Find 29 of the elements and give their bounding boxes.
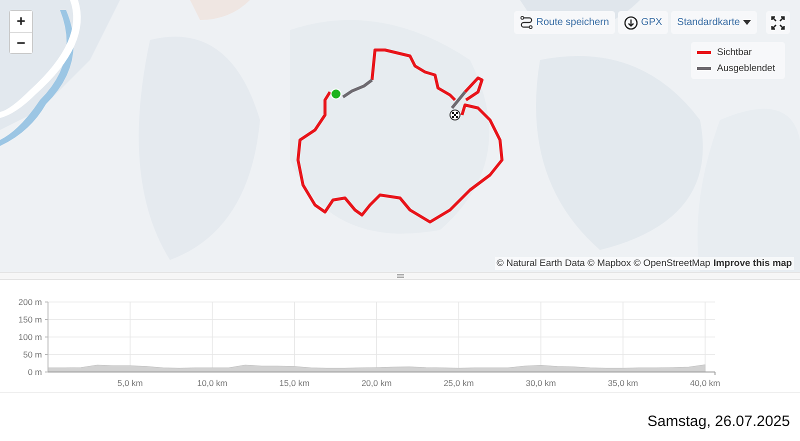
x-tick-label: 25,0 km [444,378,474,388]
y-tick-label: 0 m [28,367,42,377]
save-route-button[interactable]: Route speichern [514,11,616,34]
date-text: Samstag, 26.07.2025 [647,412,790,430]
route-icon [520,16,534,29]
x-tick-label: 20,0 km [361,378,392,388]
fullscreen-icon [771,16,785,30]
y-tick-label: 200 m [18,297,42,307]
x-tick-label: 5,0 km [117,378,143,388]
x-tick-label: 10,0 km [197,378,228,388]
zoom-out-button[interactable]: − [10,32,32,53]
map-style-dropdown[interactable]: Standardkarte [671,11,757,34]
x-tick-label: 40,0 km [690,378,720,388]
x-tick-label: 35,0 km [608,378,638,388]
x-tick-label: 30,0 km [526,378,556,388]
y-axis [44,302,48,372]
legend-label: Ausgeblendet [717,63,776,74]
download-icon [624,16,638,30]
y-tick-label: 100 m [18,332,42,342]
legend-label: Sichtbar [717,47,752,58]
drag-handle-icon [396,274,404,278]
improve-map-link[interactable]: Improve this map [713,258,792,269]
caret-icon [743,20,751,25]
fullscreen-button[interactable] [766,11,790,34]
attribution-text: © Natural Earth Data © Mapbox © OpenStreetMap [496,258,710,269]
x-tick-label: 15,0 km [279,378,310,388]
y-tick-label: 150 m [18,314,42,324]
gpx-download-button[interactable]: GPX [618,11,668,34]
y-tick-label: 50 m [23,350,42,360]
